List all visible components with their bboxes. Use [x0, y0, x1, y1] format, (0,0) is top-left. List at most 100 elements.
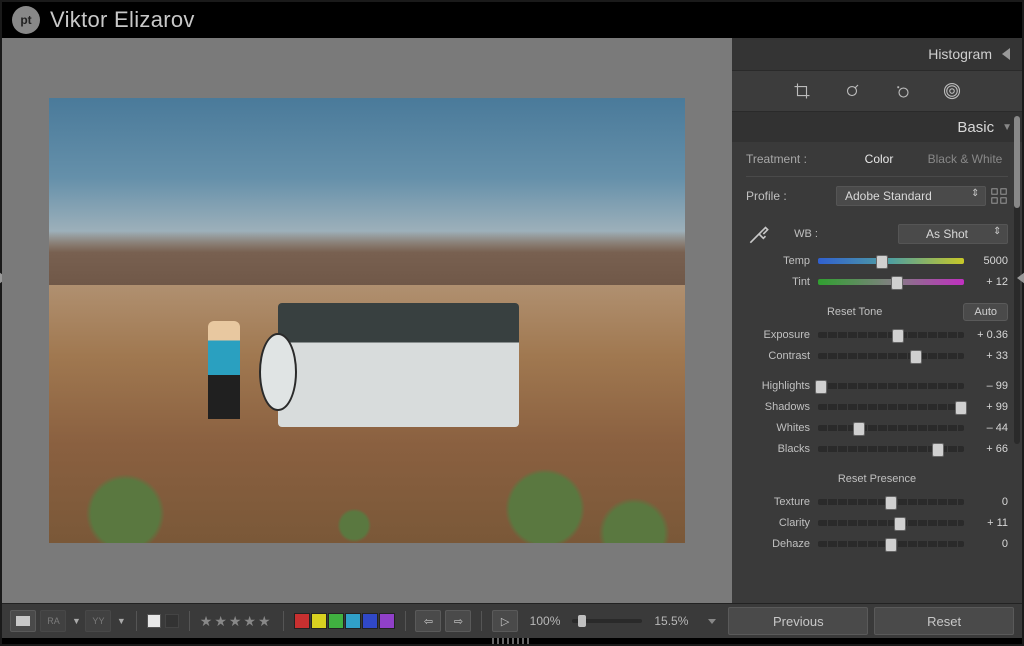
- pt-logo: pt: [12, 6, 40, 34]
- color-swatch[interactable]: [328, 613, 344, 629]
- dehaze-value[interactable]: 0: [968, 538, 1008, 550]
- blacks-label: Blacks: [746, 443, 814, 455]
- redeye-tool-icon[interactable]: [893, 82, 911, 100]
- flag-pick-icon[interactable]: [147, 614, 161, 628]
- dehaze-slider[interactable]: [818, 541, 964, 547]
- shadows-thumb[interactable]: [955, 401, 967, 415]
- texture-thumb[interactable]: [885, 496, 897, 510]
- flag-reject-icon[interactable]: [165, 614, 179, 628]
- contrast-value[interactable]: + 33: [968, 350, 1008, 362]
- basic-panel-header[interactable]: Basic ▼: [732, 112, 1022, 142]
- before-after-tb-button[interactable]: Y Y: [85, 610, 111, 632]
- profile-dropdown[interactable]: Adobe Standard: [836, 186, 986, 206]
- clarity-thumb[interactable]: [894, 517, 906, 531]
- crop-tool-icon[interactable]: [793, 82, 811, 100]
- tool-strip: [732, 71, 1022, 112]
- divider: [189, 611, 190, 631]
- shadows-value[interactable]: + 99: [968, 401, 1008, 413]
- color-swatch[interactable]: [362, 613, 378, 629]
- zoom-thumb[interactable]: [578, 615, 586, 627]
- color-swatch[interactable]: [345, 613, 361, 629]
- zoom-slider[interactable]: [572, 619, 642, 623]
- contrast-thumb[interactable]: [910, 350, 922, 364]
- presence-section-header[interactable]: Reset Presence: [746, 467, 1008, 491]
- whites-slider[interactable]: [818, 425, 964, 431]
- texture-value[interactable]: 0: [968, 496, 1008, 508]
- exposure-thumb[interactable]: [892, 329, 904, 343]
- reset-tone-label[interactable]: Reset Tone: [746, 306, 963, 318]
- chevron-down-icon: ▼: [1002, 122, 1012, 133]
- treatment-color[interactable]: Color: [836, 152, 922, 166]
- shadows-label: Shadows: [746, 401, 814, 413]
- radial-filter-icon[interactable]: [943, 82, 961, 100]
- blacks-slider[interactable]: [818, 446, 964, 452]
- whites-thumb[interactable]: [853, 422, 865, 436]
- spot-removal-icon[interactable]: [843, 82, 861, 100]
- whites-label: Whites: [746, 422, 814, 434]
- basic-panel-body: Treatment : Color Black & White Profile …: [732, 142, 1022, 603]
- treatment-bw[interactable]: Black & White: [922, 152, 1008, 166]
- whites-value[interactable]: – 44: [968, 422, 1008, 434]
- tint-label: Tint: [746, 276, 814, 288]
- secondary-toolbar-toggle[interactable]: [708, 619, 716, 624]
- next-photo-button[interactable]: ⇨: [445, 610, 471, 632]
- temp-value[interactable]: 5000: [968, 255, 1008, 267]
- treatment-label: Treatment :: [746, 152, 836, 166]
- profile-browser-icon[interactable]: [990, 187, 1008, 205]
- main-row: Histogram Basic ▼ Treatment : Color Blac…: [2, 38, 1022, 603]
- white-balance-row: WB : As Shot: [746, 221, 1008, 247]
- wb-preset-dropdown[interactable]: As Shot: [898, 224, 1008, 244]
- app-frame: pt Viktor Elizarov Histogram: [0, 0, 1024, 646]
- reset-button[interactable]: Reset: [874, 607, 1014, 635]
- dehaze-thumb[interactable]: [885, 538, 897, 552]
- toolbar-footer: R A ▼ Y Y ▼ ★★★★★ ⇦ ⇨ ▷ 100% 15.5% Previ…: [2, 603, 1022, 638]
- auto-tone-button[interactable]: Auto: [963, 303, 1008, 321]
- rating-stars[interactable]: ★★★★★: [200, 613, 273, 630]
- photo-preview: [49, 98, 684, 544]
- blacks-value[interactable]: + 66: [968, 443, 1008, 455]
- chevron-down-icon[interactable]: ▼: [117, 616, 126, 626]
- exposure-slider[interactable]: [818, 332, 964, 338]
- histogram-panel-header[interactable]: Histogram: [732, 38, 1022, 71]
- tint-value[interactable]: + 12: [968, 276, 1008, 288]
- clarity-slider[interactable]: [818, 520, 964, 526]
- exposure-value[interactable]: + 0.36: [968, 329, 1008, 341]
- zoom-value[interactable]: 15.5%: [654, 614, 688, 628]
- zoom-fit-label[interactable]: 100%: [530, 614, 561, 628]
- temp-thumb[interactable]: [876, 255, 888, 269]
- previous-button[interactable]: Previous: [728, 607, 868, 635]
- highlights-value[interactable]: – 99: [968, 380, 1008, 392]
- color-swatch[interactable]: [294, 613, 310, 629]
- tint-thumb[interactable]: [891, 276, 903, 290]
- prev-photo-button[interactable]: ⇦: [415, 610, 441, 632]
- scrollbar-thumb[interactable]: [1014, 116, 1020, 208]
- view-mode-group: R A ▼ Y Y ▼: [10, 610, 126, 632]
- color-swatch[interactable]: [379, 613, 395, 629]
- shadows-slider[interactable]: [818, 404, 964, 410]
- highlights-thumb[interactable]: [815, 380, 827, 394]
- temp-slider-row: Temp 5000: [746, 251, 1008, 271]
- image-canvas[interactable]: [6, 42, 728, 599]
- temp-slider[interactable]: [818, 258, 964, 264]
- before-after-lr-button[interactable]: R A: [40, 610, 66, 632]
- loupe-view-button[interactable]: [10, 610, 36, 632]
- chevron-down-icon[interactable]: ▼: [72, 616, 81, 626]
- clarity-value[interactable]: + 11: [968, 517, 1008, 529]
- highlights-slider[interactable]: [818, 383, 964, 389]
- tint-slider[interactable]: [818, 279, 964, 285]
- temp-label: Temp: [746, 255, 814, 267]
- color-swatch[interactable]: [311, 613, 327, 629]
- zoom-controls: 100% 15.5%: [530, 614, 689, 628]
- wb-label: WB :: [776, 228, 836, 240]
- texture-label: Texture: [746, 496, 814, 508]
- contrast-slider[interactable]: [818, 353, 964, 359]
- play-slideshow-button[interactable]: ▷: [492, 610, 517, 632]
- divider: [481, 611, 482, 631]
- right-panel-toggle[interactable]: [1016, 258, 1024, 298]
- texture-slider[interactable]: [818, 499, 964, 505]
- blacks-thumb[interactable]: [932, 443, 944, 457]
- filmstrip-grip[interactable]: [492, 638, 532, 644]
- divider: [136, 611, 137, 631]
- wb-eyedropper-icon[interactable]: [746, 221, 772, 247]
- highlights-label: Highlights: [746, 380, 814, 392]
